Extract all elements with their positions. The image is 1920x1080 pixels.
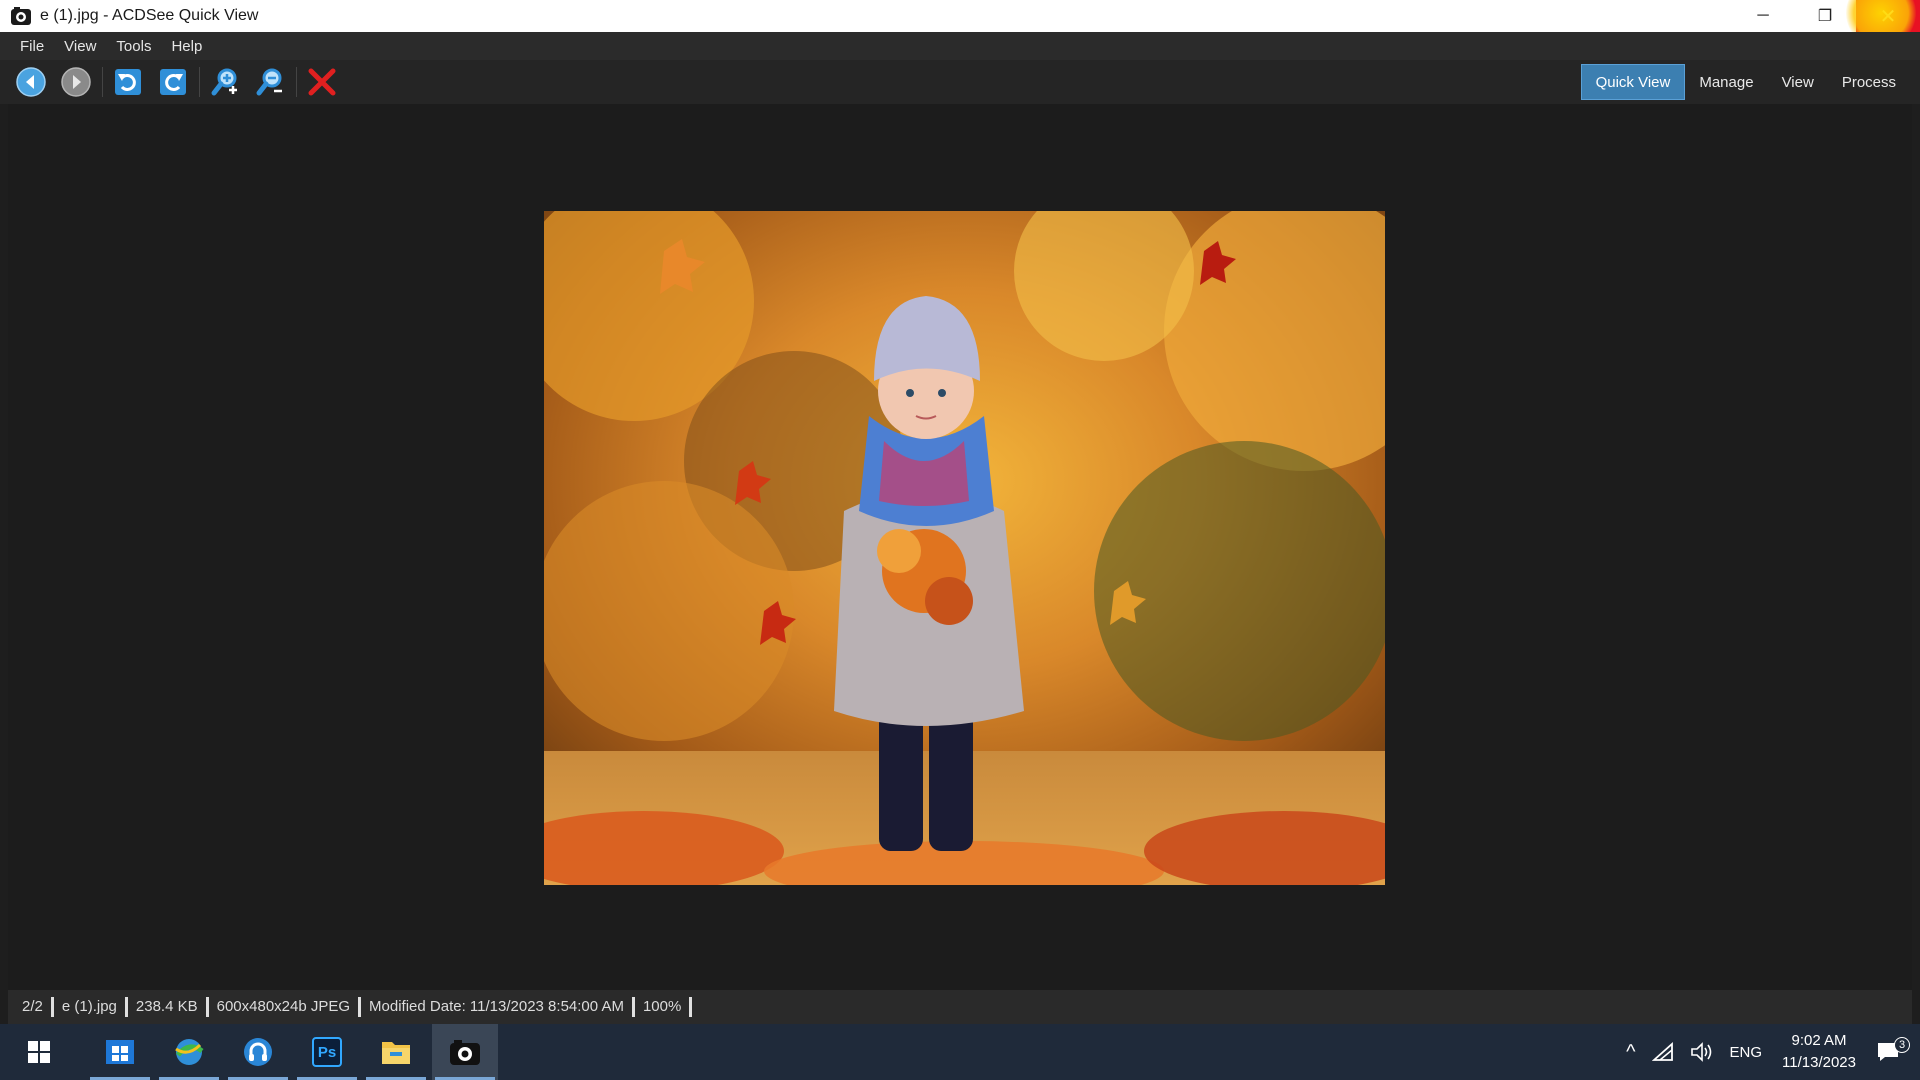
tab-process[interactable]: Process (1828, 64, 1910, 100)
toolbar: Quick View Manage View Process (0, 60, 1920, 104)
taskbar-app-store[interactable] (87, 1024, 153, 1080)
headphones-icon (244, 1038, 272, 1066)
restore-icon: ❐ (1817, 8, 1833, 25)
zoom-in-icon (211, 68, 237, 96)
status-filename: e (1).jpg (54, 997, 128, 1017)
restore-button[interactable]: ❐ (1794, 0, 1856, 32)
arrow-left-icon (16, 67, 46, 97)
delete-button[interactable] (303, 63, 341, 101)
zoom-in-button[interactable] (206, 63, 244, 101)
minimize-button[interactable]: ─ (1732, 0, 1794, 32)
menu-tools[interactable]: Tools (106, 38, 161, 55)
image-viewer[interactable] (8, 104, 1912, 990)
clock-time: 9:02 AM (1791, 1032, 1847, 1049)
rotate-right-icon (160, 69, 186, 95)
notification-center-button[interactable]: 3 (1868, 1037, 1920, 1063)
arrow-right-icon (61, 67, 91, 97)
volume-icon[interactable] (1682, 1042, 1722, 1062)
zoom-out-button[interactable] (251, 63, 289, 101)
tab-manage[interactable]: Manage (1685, 64, 1767, 100)
network-icon[interactable] (1644, 1042, 1682, 1062)
tab-view[interactable]: View (1768, 64, 1828, 100)
status-image-position: 2/2 (14, 997, 54, 1017)
language-indicator[interactable]: ENG (1722, 1044, 1771, 1061)
system-tray: ^ ENG 9:02 AM 11/13/2023 3 (1618, 1024, 1920, 1080)
folder-icon (382, 1042, 410, 1064)
menu-help[interactable]: Help (161, 38, 212, 55)
close-button[interactable]: ✕ (1856, 0, 1920, 32)
toolbar-separator (102, 67, 103, 97)
status-modified-date: Modified Date: 11/13/2023 8:54:00 AM (361, 997, 635, 1017)
delete-x-icon (308, 68, 336, 96)
status-zoom[interactable]: 100% (635, 997, 693, 1017)
menu-bar: File View Tools Help (0, 32, 1920, 60)
show-hidden-icons-chevron-icon[interactable]: ^ (1618, 1041, 1643, 1064)
taskbar-clock[interactable]: 9:02 AM 11/13/2023 (1770, 1030, 1868, 1074)
taskbar-app-acdsee[interactable] (432, 1024, 498, 1080)
taskbar-app-browser[interactable] (156, 1024, 222, 1080)
acdsee-app-icon (10, 5, 32, 27)
acdsee-icon (450, 1040, 480, 1065)
start-button[interactable] (6, 1024, 72, 1080)
status-dimensions: 600x480x24b JPEG (209, 997, 362, 1017)
window-controls: ─ ❐ ✕ (1732, 0, 1920, 32)
tab-quick-view[interactable]: Quick View (1580, 64, 1686, 100)
taskbar-app-headphones[interactable] (225, 1024, 291, 1080)
browser-icon (175, 1039, 204, 1065)
acdsee-window: e (1).jpg - ACDSee Quick View ─ ❐ ✕ File… (0, 0, 1920, 1080)
displayed-photo (544, 211, 1385, 885)
mode-tabs: Quick View Manage View Process (1580, 64, 1910, 100)
windows-logo-icon (28, 1041, 50, 1063)
menu-file[interactable]: File (10, 38, 54, 55)
status-bar: 2/2 e (1).jpg 238.4 KB 600x480x24b JPEG … (8, 990, 1912, 1024)
title-bar[interactable]: e (1).jpg - ACDSee Quick View ─ ❐ ✕ (0, 0, 1920, 48)
minimize-icon: ─ (1757, 7, 1769, 24)
status-filesize: 238.4 KB (128, 997, 209, 1017)
window-title: e (1).jpg - ACDSee Quick View (40, 7, 259, 24)
clock-date: 11/13/2023 (1782, 1054, 1856, 1071)
rotate-left-button[interactable] (109, 63, 147, 101)
store-icon (106, 1040, 134, 1064)
photoshop-label: Ps (317, 1043, 337, 1061)
taskbar-app-file-explorer[interactable] (363, 1024, 429, 1080)
notification-count-badge: 3 (1894, 1037, 1910, 1053)
windows-taskbar: Ps ^ ENG 9:02 AM 11/13/2023 3 (0, 1024, 1920, 1080)
close-icon: ✕ (1879, 5, 1897, 28)
rotate-right-button[interactable] (154, 63, 192, 101)
taskbar-app-photoshop[interactable]: Ps (294, 1024, 360, 1080)
photoshop-icon: Ps (312, 1037, 342, 1067)
previous-image-button[interactable] (12, 63, 50, 101)
toolbar-separator (199, 67, 200, 97)
rotate-left-icon (115, 69, 141, 95)
toolbar-separator (296, 67, 297, 97)
next-image-button[interactable] (57, 63, 95, 101)
menu-view[interactable]: View (54, 38, 106, 55)
zoom-out-icon (256, 68, 282, 96)
